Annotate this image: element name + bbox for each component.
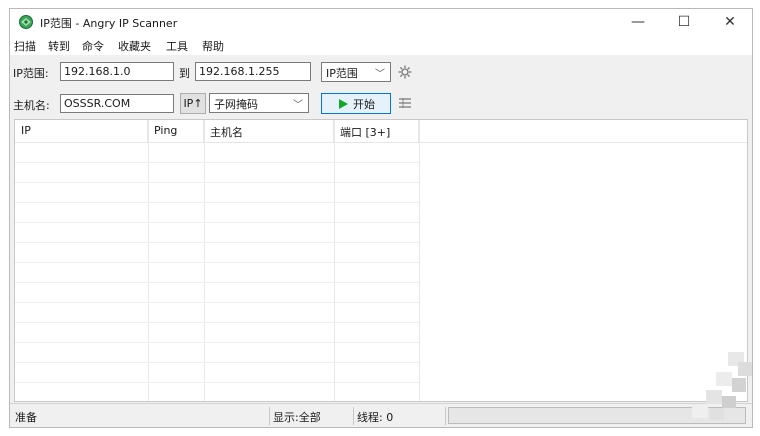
column-header-ip[interactable]: IP [15, 120, 148, 142]
close-button[interactable]: ✕ [710, 9, 750, 35]
play-icon [339, 98, 348, 109]
row-divider [15, 342, 419, 343]
column-header-ping[interactable]: Ping [148, 120, 204, 142]
row-divider [15, 302, 419, 303]
menu-commands[interactable]: 命令 [82, 38, 104, 54]
chevron-down-icon: ﹀ [293, 100, 303, 111]
row-divider [15, 202, 419, 203]
column-header-hostname[interactable]: 主机名 [204, 120, 334, 142]
minimize-button[interactable]: — [618, 9, 658, 35]
status-display[interactable]: 显示:全部 [270, 407, 354, 425]
menu-scan[interactable]: 扫描 [14, 38, 36, 54]
menu-goto[interactable]: 转到 [48, 38, 70, 54]
toolbar: IP范围: 192.168.1.0 到 192.168.1.255 IP范围 ﹀… [10, 57, 752, 119]
row-divider [15, 242, 419, 243]
column-header-ports[interactable]: 端口 [3+] [334, 120, 419, 142]
row-divider [15, 322, 419, 323]
netmask-select-value: 子网掩码 [214, 98, 258, 111]
pixel-watermark [688, 352, 752, 425]
status-bar: 准备 显示:全部 线程: 0 [10, 403, 752, 427]
gear-icon[interactable] [396, 63, 414, 81]
row-divider [15, 362, 419, 363]
start-button-label: 开始 [353, 97, 375, 111]
status-state: 准备 [12, 407, 270, 425]
maximize-button[interactable]: ☐ [664, 9, 704, 35]
start-button[interactable]: 开始 [321, 93, 391, 114]
netmask-select[interactable]: 子网掩码 ﹀ [209, 93, 309, 113]
menu-help[interactable]: 帮助 [202, 38, 224, 54]
feeder-select[interactable]: IP范围 ﹀ [321, 62, 391, 82]
feeder-select-value: IP范围 [326, 67, 358, 80]
menu-favorites[interactable]: 收藏夹 [118, 38, 151, 54]
header-divider [15, 142, 747, 143]
menu-bar: 扫描 转到 命令 收藏夹 工具 帮助 [10, 35, 752, 55]
row-divider [15, 162, 419, 163]
row-divider [15, 262, 419, 263]
menu-tools[interactable]: 工具 [166, 38, 188, 54]
hostname-input[interactable]: OSSSR.COM [60, 94, 174, 113]
chevron-down-icon: ﹀ [375, 69, 385, 80]
angry-ip-scanner-logo-icon [18, 14, 34, 30]
end-ip-input[interactable]: 192.168.1.255 [195, 62, 311, 81]
ip-up-button[interactable]: IP↑ [180, 93, 206, 114]
row-divider [15, 282, 419, 283]
results-table[interactable]: IP Ping 主机名 端口 [3+] [14, 119, 748, 402]
window-title: IP范围 - Angry IP Scanner [40, 17, 178, 30]
column-divider [419, 120, 420, 401]
hostname-label: 主机名: [13, 99, 50, 112]
ip-range-label: IP范围: [13, 67, 49, 80]
status-threads: 线程: 0 [354, 407, 446, 425]
row-divider [15, 182, 419, 183]
list-columns-icon[interactable] [396, 94, 414, 112]
to-label: 到 [179, 67, 190, 80]
app-window: IP范围 - Angry IP Scanner — ☐ ✕ 扫描 转到 命令 收… [9, 8, 753, 428]
row-divider [15, 382, 419, 383]
title-bar[interactable]: IP范围 - Angry IP Scanner — ☐ ✕ [10, 9, 752, 35]
row-divider [15, 222, 419, 223]
start-ip-input[interactable]: 192.168.1.0 [60, 62, 174, 81]
